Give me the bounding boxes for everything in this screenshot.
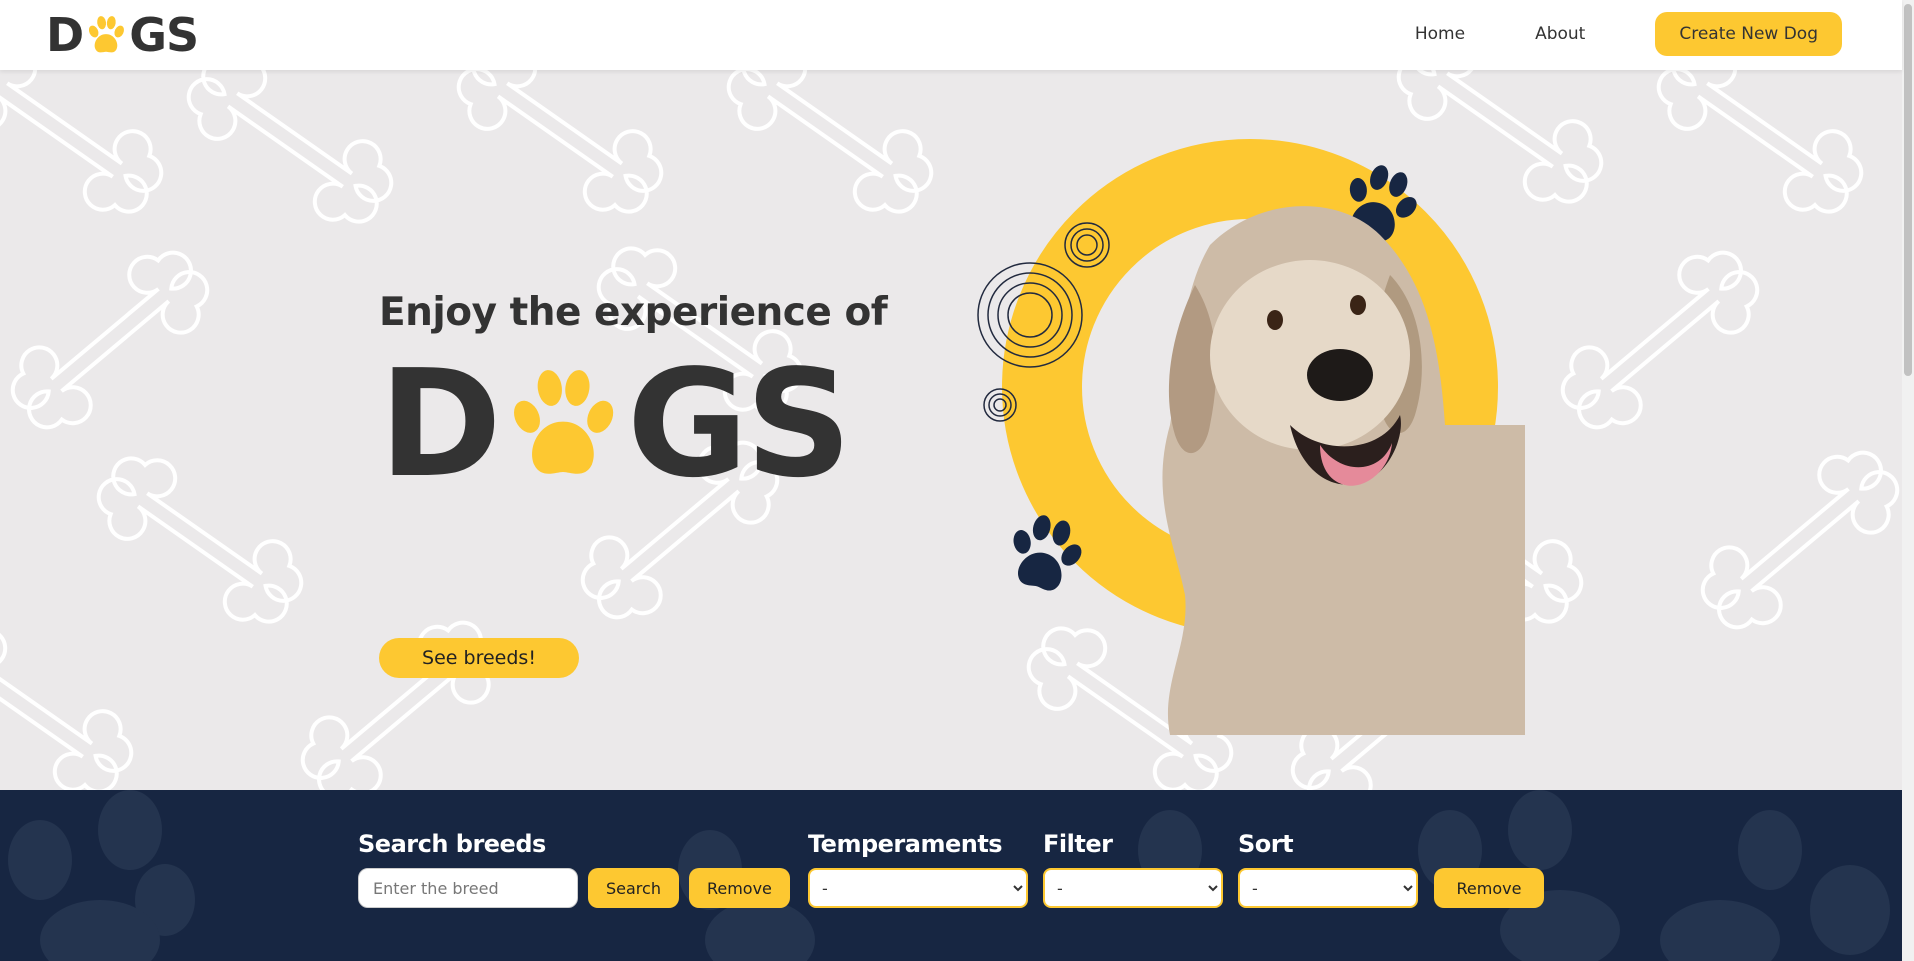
scrollbar-thumb[interactable] [1904,4,1912,376]
hero-text-block: Enjoy the experience of D GS See breeds! [379,290,888,678]
hero-logo: D GS [379,338,887,510]
see-breeds-button[interactable]: See breeds! [379,638,579,678]
filter-label: Filter [1043,830,1113,858]
sort-select[interactable]: - [1238,868,1418,908]
sort-group: Sort - Remove [1238,830,1544,908]
create-new-dog-button[interactable]: Create New Dog [1655,12,1842,56]
search-group: Search breeds Search Remove [358,830,790,908]
temperaments-select[interactable]: - [808,868,1028,908]
logo-letters-gs: GS [129,8,199,62]
temperaments-label: Temperaments [808,830,1003,858]
navbar: D GS Home About Create New Dog [0,0,1902,70]
search-button[interactable]: Search [588,868,679,908]
page-scrollbar[interactable] [1902,0,1914,961]
hero-logo-letters-gs: GS [626,338,852,510]
hero-logo-letter-d: D [379,338,502,510]
remove-filters-button[interactable]: Remove [1434,868,1544,908]
filter-bar: Search breeds Search Remove Temperaments… [0,790,1902,961]
site-logo[interactable]: D GS [46,8,199,62]
filter-group: Filter - [1043,830,1223,908]
nav-link-about[interactable]: About [1535,24,1585,44]
search-input[interactable] [358,868,578,908]
hero-illustration [977,139,1525,735]
logo-letter-d: D [46,8,84,62]
hero-section: Enjoy the experience of D GS See breeds! [0,70,1902,790]
search-label: Search breeds [358,830,546,858]
paw-icon [89,16,125,53]
sort-label: Sort [1238,830,1294,858]
remove-search-button[interactable]: Remove [688,868,790,908]
search-row: Search Remove [358,868,790,908]
filter-select[interactable]: - [1043,868,1223,908]
nav-link-home[interactable]: Home [1415,24,1465,44]
bone-pattern-background [0,70,1902,790]
paw-icon [513,370,614,474]
nav-links: Home About Create New Dog [1415,12,1842,56]
hero-title: Enjoy the experience of [379,290,888,335]
temperaments-group: Temperaments - [808,830,1028,908]
sort-row: - Remove [1238,868,1544,908]
